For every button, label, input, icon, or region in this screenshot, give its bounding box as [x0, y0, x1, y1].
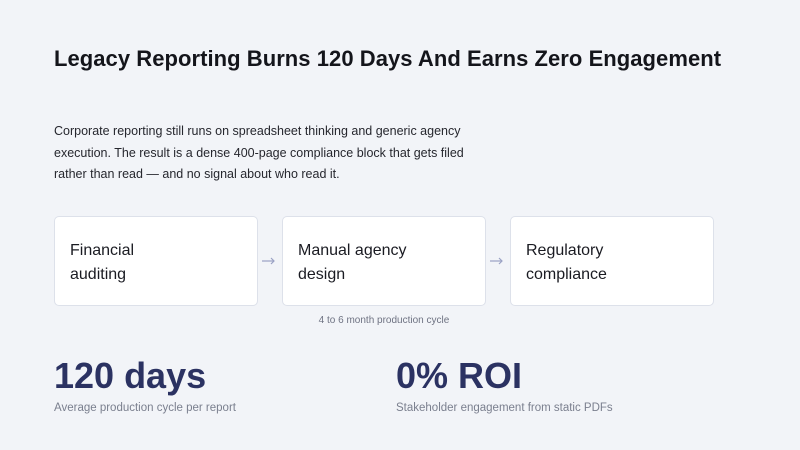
slide: Legacy Reporting Burns 120 Days And Earn… — [0, 0, 800, 450]
arrow-right-icon — [261, 254, 277, 268]
stat-production-days: 120 days Average production cycle per re… — [54, 354, 236, 414]
flow-step-label: Regulatory compliance — [526, 242, 607, 283]
stat-value: 120 days — [54, 355, 207, 396]
stat-roi: 0% ROI Stakeholder engagement from stati… — [396, 354, 613, 414]
stat-caption: Stakeholder engagement from static PDFs — [396, 402, 613, 414]
flow-step-regulatory-compliance: Regulatory compliance — [510, 216, 714, 306]
flow-step-financial-auditing: Financial auditing — [54, 216, 258, 306]
flow-step-label: Manual agency design — [298, 242, 407, 283]
production-cycle-note: 4 to 6 month production cycle — [318, 315, 450, 326]
flow-step-manual-agency-design: Manual agency design — [282, 216, 486, 306]
intro-paragraph: Corporate reporting still runs on spread… — [54, 124, 464, 181]
process-flow: Financial auditing Manual agency design … — [54, 216, 714, 306]
arrow-right-icon — [489, 254, 505, 268]
stat-caption: Average production cycle per report — [54, 402, 236, 414]
flow-step-label: Financial auditing — [70, 242, 135, 283]
stat-value: 0% ROI — [396, 355, 523, 396]
slide-title: Legacy Reporting Burns 120 Days And Earn… — [54, 46, 722, 71]
